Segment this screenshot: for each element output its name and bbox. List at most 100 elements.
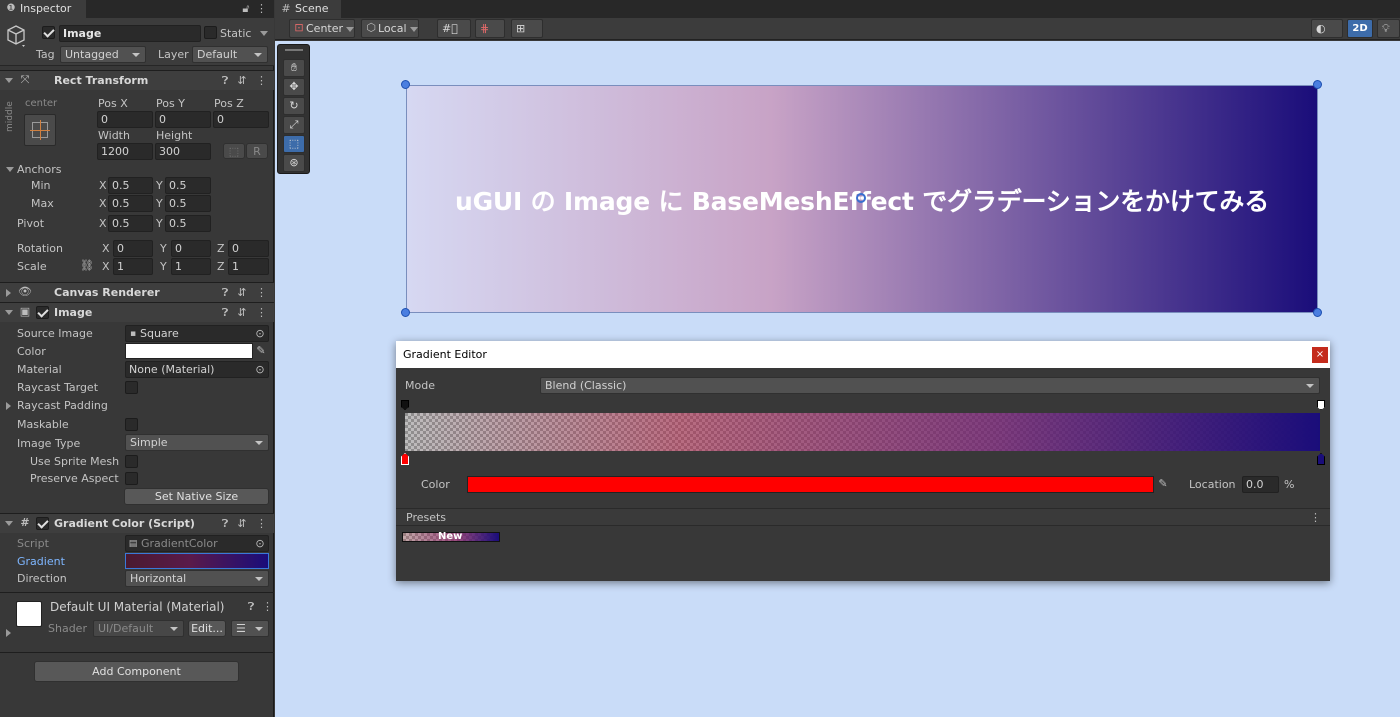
alpha-key-right[interactable] [1317, 400, 1325, 410]
close-button[interactable]: × [1312, 347, 1328, 363]
pivot-y-input[interactable]: 0.5 [165, 215, 211, 232]
mode-2d-toggle[interactable]: 2D [1347, 19, 1373, 38]
rotate-tool-icon[interactable]: ↻ [283, 97, 305, 115]
preserve-aspect-checkbox[interactable] [125, 472, 138, 485]
add-component-button[interactable]: Add Component [34, 661, 239, 682]
scene-tab[interactable]: # Scene [275, 0, 341, 18]
handle-top-right[interactable] [1313, 80, 1322, 89]
object-picker-icon[interactable]: ⊙ [255, 327, 265, 341]
image-component-header[interactable]: ▣ Image ❓︎ ⇵ ⋮ [0, 302, 274, 322]
raw-edit-button[interactable]: R [246, 143, 268, 159]
kebab-menu-icon[interactable]: ⋮ [256, 286, 267, 300]
active-checkbox[interactable] [42, 26, 55, 39]
gradient-enabled-checkbox[interactable] [36, 517, 49, 530]
pivot-x-input[interactable]: 0.5 [108, 215, 153, 232]
inspector-tab[interactable]: ❶ Inspector [0, 0, 86, 18]
gradient-preview-bar[interactable] [405, 413, 1320, 451]
rotation-y-input[interactable]: 0 [171, 240, 211, 257]
anchor-preset-button[interactable] [24, 114, 56, 146]
space-mode-dropdown[interactable]: ⬡ Local [361, 19, 419, 38]
posx-input[interactable]: 0 [97, 111, 153, 128]
preset-new[interactable]: New [402, 531, 500, 542]
scale-x-input[interactable]: 1 [113, 258, 153, 275]
anchor-max-y-input[interactable]: 0.5 [165, 195, 211, 212]
image-enabled-checkbox[interactable] [36, 306, 49, 319]
canvas-renderer-header[interactable]: 👁︎ Canvas Renderer ❓︎ ⇵ ⋮ [0, 282, 274, 302]
material-options-dropdown[interactable]: ☰ [231, 620, 269, 637]
kebab-menu-icon[interactable]: ⋮ [256, 74, 267, 88]
handle-bottom-left[interactable] [401, 308, 410, 317]
scale-y-input[interactable]: 1 [171, 258, 211, 275]
object-picker-icon[interactable]: ⊙ [255, 363, 265, 377]
scale-z-input[interactable]: 1 [228, 258, 269, 275]
hand-tool-icon[interactable]: ✋︎ [283, 59, 305, 77]
material-field[interactable]: None (Material) [125, 361, 269, 378]
help-icon[interactable]: ❓︎ [220, 306, 230, 320]
key-color-swatch[interactable] [467, 476, 1154, 493]
move-tool-icon[interactable]: ✥ [283, 78, 305, 96]
static-dropdown-icon[interactable] [260, 31, 268, 36]
gradient-field[interactable] [125, 553, 269, 569]
mode-dropdown[interactable]: Blend (Classic) [540, 377, 1320, 394]
pivot-handle[interactable] [856, 193, 866, 203]
blueprint-mode-button[interactable]: ⬚ [223, 143, 245, 159]
maskable-checkbox[interactable] [125, 418, 138, 431]
kebab-menu-icon[interactable]: ⋮ [256, 517, 267, 531]
object-name-input[interactable]: Image [59, 25, 201, 42]
eyedropper-icon[interactable]: ✎ [255, 344, 267, 358]
source-image-field[interactable]: Square [125, 325, 269, 342]
alpha-key-left[interactable] [401, 400, 409, 410]
material-expand-icon[interactable] [6, 629, 11, 637]
raycast-target-checkbox[interactable] [125, 381, 138, 394]
rotation-z-input[interactable]: 0 [228, 240, 269, 257]
width-input[interactable]: 1200 [97, 143, 153, 160]
material-preview[interactable] [16, 601, 42, 627]
anchor-min-y-input[interactable]: 0.5 [165, 177, 211, 194]
grid-snap-button[interactable]: #⃞ [437, 19, 471, 38]
color-key-right[interactable] [1317, 453, 1325, 465]
handle-top-left[interactable] [401, 80, 410, 89]
location-input[interactable]: 0.0 [1242, 476, 1279, 493]
direction-dropdown[interactable]: Horizontal [125, 570, 269, 587]
rect-tool-icon[interactable]: ⬚ [283, 135, 305, 153]
constrain-link-icon[interactable]: ⛓︎ [80, 259, 94, 273]
handle-bottom-right[interactable] [1313, 308, 1322, 317]
image-type-dropdown[interactable]: Simple [125, 434, 269, 451]
shading-mode-dropdown[interactable]: ◐ [1311, 19, 1343, 38]
posz-input[interactable]: 0 [213, 111, 269, 128]
preset-icon[interactable]: ⇵ [236, 74, 248, 88]
grid-visibility-button[interactable]: ⋕ [475, 19, 505, 38]
rect-transform-header[interactable]: ⤧ Rect Transform ❓︎ ⇵ ⋮ [0, 70, 274, 90]
preset-icon[interactable]: ⇵ [236, 286, 248, 300]
raycast-padding-expand-icon[interactable] [6, 402, 11, 410]
anchor-min-x-input[interactable]: 0.5 [108, 177, 153, 194]
help-icon[interactable]: ❓︎ [220, 517, 230, 531]
layer-dropdown[interactable]: Default [192, 46, 268, 63]
height-input[interactable]: 300 [155, 143, 211, 160]
preset-icon[interactable]: ⇵ [236, 306, 248, 320]
scale-tool-icon[interactable]: ⤢ [283, 116, 305, 134]
color-key-left[interactable] [401, 453, 409, 465]
lighting-toggle[interactable]: 💡︎ [1377, 19, 1400, 38]
kebab-menu-icon[interactable]: ⋮ [256, 2, 267, 16]
set-native-size-button[interactable]: Set Native Size [124, 488, 269, 505]
kebab-menu-icon[interactable]: ⋮ [1310, 511, 1321, 525]
kebab-menu-icon[interactable]: ⋮ [262, 600, 273, 614]
help-icon[interactable]: ❓︎ [220, 286, 230, 300]
transform-tool-icon[interactable]: ⊛ [283, 154, 305, 172]
help-icon[interactable]: ❓︎ [220, 74, 230, 88]
color-swatch[interactable] [125, 343, 253, 359]
increment-snap-button[interactable]: ⊞ [511, 19, 543, 38]
rotation-x-input[interactable]: 0 [113, 240, 153, 257]
eyedropper-icon[interactable]: ✎ [1156, 477, 1170, 491]
lock-icon[interactable]: 🔓︎ [240, 2, 252, 16]
gradient-color-header[interactable]: # Gradient Color (Script) ❓︎ ⇵ ⋮ [0, 513, 274, 533]
help-icon[interactable]: ❓︎ [246, 600, 256, 614]
anchors-collapse-icon[interactable] [6, 167, 14, 172]
kebab-menu-icon[interactable]: ⋮ [256, 306, 267, 320]
edit-shader-button[interactable]: Edit... [188, 620, 226, 637]
gradient-image[interactable]: uGUI の Image に BaseMeshEffect でグラデーションをか… [406, 85, 1318, 313]
tag-dropdown[interactable]: Untagged [60, 46, 146, 63]
shader-dropdown[interactable]: UI/Default [93, 620, 184, 637]
use-sprite-mesh-checkbox[interactable] [125, 455, 138, 468]
